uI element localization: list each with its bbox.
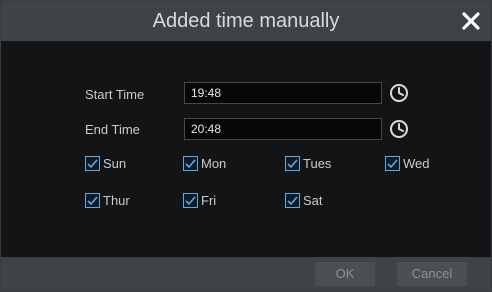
dialog-title: Added time manually [152, 10, 340, 32]
checkmark-icon [387, 159, 398, 169]
day-label: Fri [201, 193, 217, 208]
checkmark-icon [287, 159, 298, 169]
day-label: Tues [303, 156, 332, 171]
day-checkbox-sun[interactable]: Sun [85, 156, 126, 171]
day-checkbox-mon[interactable]: Mon [183, 156, 226, 171]
day-label: Mon [201, 156, 227, 171]
checkbox[interactable] [385, 156, 400, 171]
day-checkbox-sat[interactable]: Sat [285, 193, 323, 208]
checkbox[interactable] [285, 156, 300, 171]
end-time-label: End Time [85, 122, 140, 137]
day-checkbox-wed[interactable]: Wed [385, 156, 430, 171]
ok-button[interactable]: OK [315, 262, 375, 286]
checkmark-icon [287, 196, 298, 206]
start-time-clock-icon[interactable] [389, 83, 409, 103]
checkmark-icon [185, 159, 196, 169]
day-checkbox-thur[interactable]: Thur [85, 193, 130, 208]
checkbox[interactable] [285, 193, 300, 208]
close-icon[interactable] [459, 9, 483, 33]
checkmark-icon [87, 159, 98, 169]
end-time-input[interactable]: 20:48 [184, 118, 382, 140]
start-time-input[interactable]: 19:48 [184, 82, 382, 104]
cancel-button[interactable]: Cancel [397, 262, 467, 286]
dialog-titlebar: Added time manually [1, 1, 491, 41]
checkbox[interactable] [85, 156, 100, 171]
checkmark-icon [185, 196, 196, 206]
day-label: Sun [103, 156, 127, 171]
day-label: Wed [403, 156, 430, 171]
checkmark-icon [87, 196, 98, 206]
day-checkbox-tues[interactable]: Tues [285, 156, 331, 171]
day-label: Sat [303, 193, 323, 208]
checkbox[interactable] [85, 193, 100, 208]
end-time-clock-icon[interactable] [389, 119, 409, 139]
start-time-label: Start Time [85, 87, 145, 102]
day-label: Thur [103, 193, 130, 208]
day-checkbox-fri[interactable]: Fri [183, 193, 216, 208]
checkbox[interactable] [183, 156, 198, 171]
add-time-dialog: Added time manually Start Time 19:48 End… [0, 0, 492, 292]
checkbox[interactable] [183, 193, 198, 208]
